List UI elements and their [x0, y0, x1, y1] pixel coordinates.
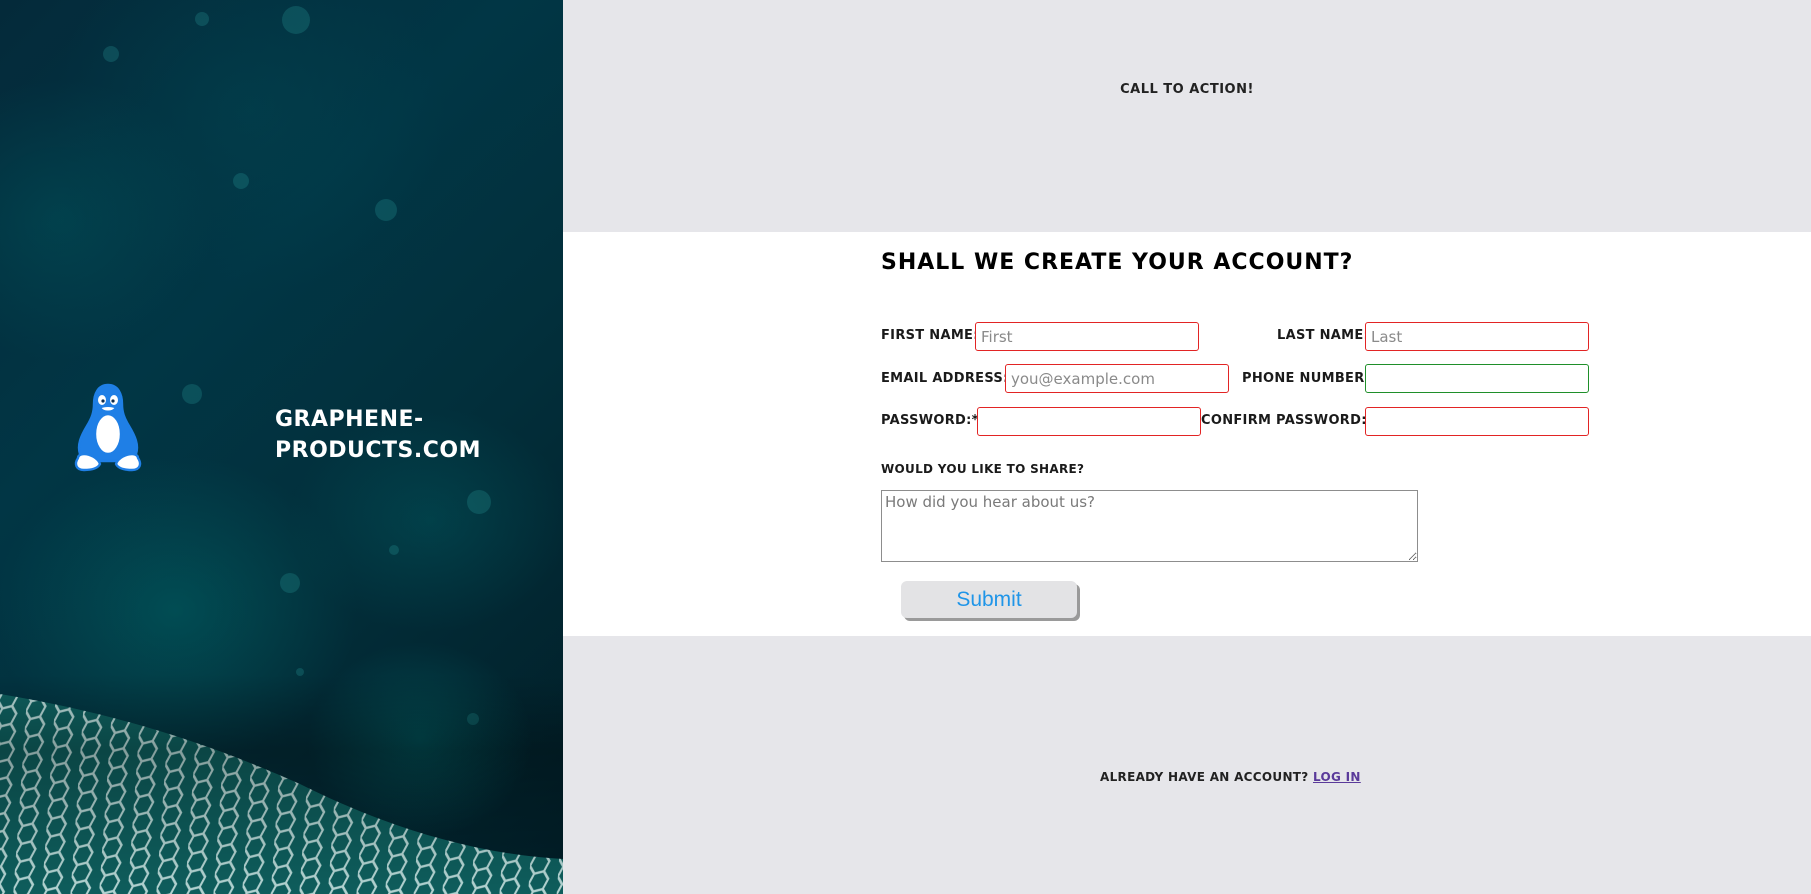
phone-label: PHONE NUMBER:: [1242, 371, 1371, 386]
last-name-input[interactable]: [1365, 322, 1589, 351]
background-bokeh: [389, 545, 399, 555]
linux-tux-icon: [74, 383, 142, 472]
phone-input[interactable]: [1365, 364, 1589, 393]
submit-button[interactable]: Submit: [901, 581, 1077, 618]
brand-name: GRAPHENE-PRODUCTS.COM: [275, 407, 481, 463]
confirm-password-input[interactable]: [1365, 407, 1589, 436]
email-label: EMAIL ADDRESS:: [881, 371, 1009, 386]
brand-panel: GRAPHENE-PRODUCTS.COM: [0, 0, 563, 894]
last-name-label: LAST NAME:: [1277, 328, 1370, 343]
background-bokeh: [375, 199, 397, 221]
share-label: WOULD YOU LIKE TO SHARE?: [881, 462, 1085, 476]
share-textarea[interactable]: [881, 490, 1418, 562]
background-bokeh: [182, 384, 202, 404]
first-name-input[interactable]: [975, 322, 1199, 351]
background-bokeh: [467, 490, 491, 514]
password-label: PASSWORD:*: [881, 413, 979, 428]
background-bokeh: [103, 46, 119, 62]
already-have-account-text: ALREADY HAVE AN ACCOUNT?: [1100, 770, 1309, 784]
background-bokeh: [195, 12, 209, 26]
password-input[interactable]: [977, 407, 1201, 436]
confirm-password-label: CONFIRM PASSWORD:: [1201, 413, 1367, 428]
background-bokeh: [233, 173, 249, 189]
graphene-mesh: [0, 674, 563, 894]
first-name-label: FIRST NAME:: [881, 328, 979, 343]
background-bokeh: [282, 6, 310, 34]
form-title: SHALL WE CREATE YOUR ACCOUNT?: [881, 250, 1354, 275]
background-bokeh: [280, 573, 300, 593]
call-to-action: CALL TO ACTION!: [1120, 82, 1254, 97]
email-input[interactable]: [1005, 364, 1229, 393]
login-link[interactable]: LOG IN: [1313, 770, 1361, 784]
